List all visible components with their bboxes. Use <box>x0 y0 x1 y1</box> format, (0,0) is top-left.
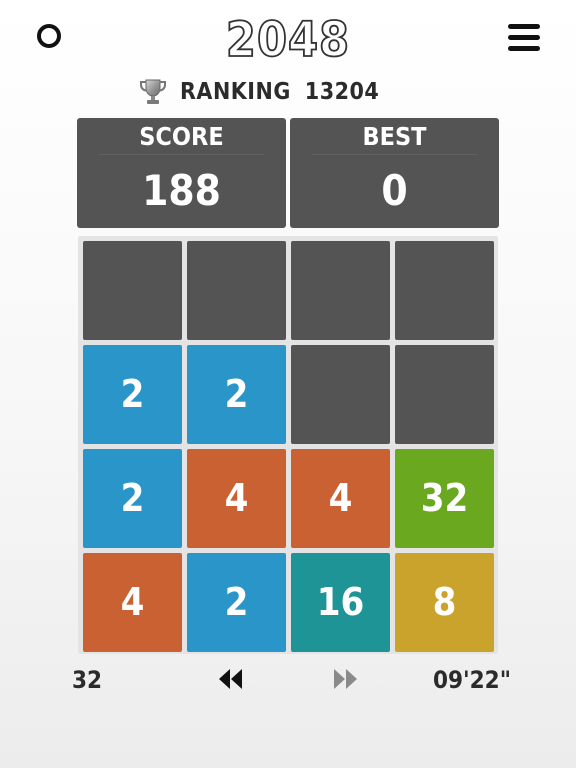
score-value: 188 <box>142 166 221 215</box>
trophy-icon <box>140 79 166 104</box>
ranking-value: 13204 <box>304 79 380 105</box>
rewind-icon[interactable] <box>217 666 245 692</box>
tile-4: 4 <box>291 449 390 548</box>
move-counter: 32 <box>72 666 103 694</box>
empty-tile <box>395 345 494 444</box>
tile-2: 2 <box>187 553 286 652</box>
empty-tile <box>291 345 390 444</box>
tile-4: 4 <box>83 553 182 652</box>
score-divider <box>99 154 264 155</box>
tile-4: 4 <box>187 449 286 548</box>
tile-2: 2 <box>187 345 286 444</box>
ranking-bar[interactable]: RANKING 13204 <box>138 76 379 108</box>
menu-line <box>508 35 540 40</box>
score-panel: SCORE 188 <box>77 118 286 228</box>
best-panel: BEST 0 <box>290 118 499 228</box>
menu-line <box>508 24 540 29</box>
fast-forward-icon[interactable] <box>331 666 359 692</box>
game-board[interactable]: 2 2 2 4 4 32 4 2 16 8 <box>78 236 498 654</box>
tile-8: 8 <box>395 553 494 652</box>
score-label: SCORE <box>139 122 224 151</box>
best-value: 0 <box>381 166 408 215</box>
tile-16: 16 <box>291 553 390 652</box>
menu-line <box>508 46 540 51</box>
tile-2: 2 <box>83 449 182 548</box>
empty-tile <box>291 241 390 340</box>
hamburger-menu-icon[interactable] <box>508 23 540 53</box>
empty-tile <box>395 241 494 340</box>
circle-icon[interactable] <box>37 24 61 48</box>
game-title: 2048 <box>225 11 351 69</box>
tile-2: 2 <box>83 345 182 444</box>
best-label: BEST <box>362 122 427 151</box>
ranking-label: RANKING <box>180 79 291 105</box>
empty-tile <box>187 241 286 340</box>
game-timer: 09'22" <box>433 666 511 694</box>
empty-tile <box>83 241 182 340</box>
best-divider <box>312 154 477 155</box>
tile-32: 32 <box>395 449 494 548</box>
